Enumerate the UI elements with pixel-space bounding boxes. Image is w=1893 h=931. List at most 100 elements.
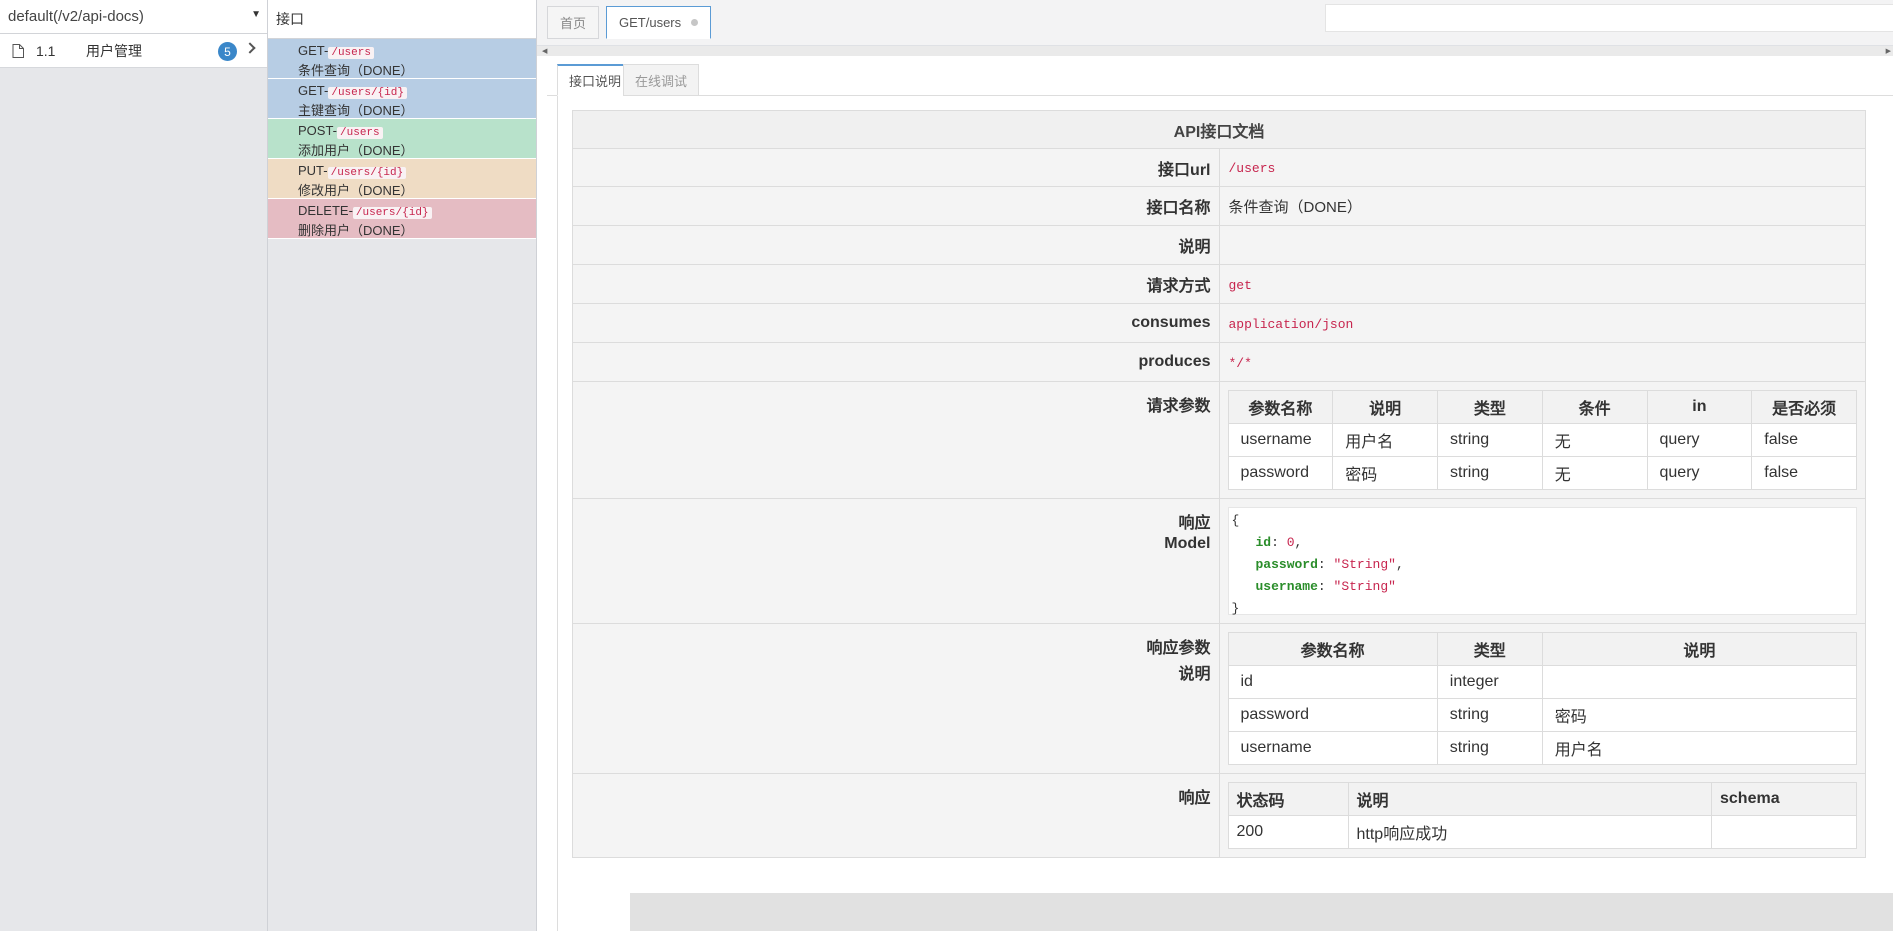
table-cell: string bbox=[1437, 456, 1543, 490]
endpoint-method: PUT- bbox=[298, 163, 328, 178]
tab-api-description[interactable]: 接口说明 bbox=[557, 64, 634, 96]
endpoint-item-put-user[interactable]: PUT-/users/{id} 修改用户（DONE） bbox=[268, 159, 536, 199]
api-docs-select[interactable]: default(/v2/api-docs) ▼ bbox=[0, 0, 267, 34]
top-search-box[interactable] bbox=[1325, 4, 1893, 32]
table-cell: query bbox=[1646, 456, 1753, 490]
top-tab-bar: 首页 GET/users bbox=[537, 0, 1893, 46]
table-header: 说明 bbox=[1347, 782, 1712, 816]
label-response-model-line1: 响应 bbox=[1178, 515, 1211, 532]
table-header: 类型 bbox=[1436, 632, 1543, 666]
table-row: 200 http响应成功 bbox=[1227, 815, 1857, 849]
scroll-right-icon[interactable]: ▶ bbox=[1886, 47, 1891, 55]
document-icon bbox=[12, 43, 24, 58]
left-panel: default(/v2/api-docs) ▼ 1.1 用户管理 5 bbox=[0, 0, 268, 931]
endpoint-list-header: 接口 bbox=[268, 0, 536, 39]
label-consumes: consumes bbox=[572, 303, 1220, 343]
table-header: 参数名称 bbox=[1227, 390, 1334, 424]
table-header: 状态码 bbox=[1227, 782, 1349, 816]
endpoint-path: /users/{id} bbox=[352, 207, 432, 219]
tab-online-debug-label: 在线调试 bbox=[635, 73, 688, 89]
chevron-right-icon[interactable] bbox=[244, 42, 256, 54]
endpoint-name: 删除用户（DONE） bbox=[298, 223, 414, 238]
tab-home-label: 首页 bbox=[560, 16, 587, 31]
endpoint-item-delete-user[interactable]: DELETE-/users/{id} 删除用户（DONE） bbox=[268, 199, 536, 239]
table-cell bbox=[1541, 665, 1858, 699]
scroll-left-icon[interactable]: ◀ bbox=[542, 47, 547, 55]
table-row: password 密码 string 无 query false bbox=[1227, 456, 1857, 490]
table-cell: http响应成功 bbox=[1347, 815, 1712, 849]
response-model-code: { id: 0, password: "String", username: "… bbox=[1227, 507, 1857, 616]
table-cell: 200 bbox=[1227, 815, 1349, 849]
api-docs-select-value: default(/v2/api-docs) bbox=[8, 8, 144, 25]
table-cell: 密码 bbox=[1332, 456, 1438, 490]
label-url: 接口url bbox=[572, 148, 1220, 187]
tab-get-users[interactable]: GET/users bbox=[606, 6, 712, 39]
endpoint-method: GET- bbox=[298, 83, 329, 98]
table-cell bbox=[1711, 815, 1857, 849]
table-cell: query bbox=[1646, 423, 1753, 457]
endpoint-name: 添加用户（DONE） bbox=[298, 143, 414, 158]
horizontal-scrollbar[interactable]: ◀ ▶ bbox=[537, 46, 1893, 56]
endpoint-item-get-user-by-id[interactable]: GET-/users/{id} 主键查询（DONE） bbox=[268, 79, 536, 119]
table-cell: id bbox=[1227, 665, 1438, 699]
api-description-value bbox=[1218, 225, 1866, 265]
table-cell: 密码 bbox=[1541, 698, 1858, 732]
api-name-value: 条件查询（DONE） bbox=[1218, 186, 1866, 226]
endpoint-method: DELETE- bbox=[298, 203, 353, 218]
endpoint-method: POST- bbox=[298, 123, 338, 138]
table-cell: 无 bbox=[1541, 423, 1648, 457]
model-close-brace: } bbox=[1231, 601, 1240, 616]
model-line: id: 0, bbox=[1255, 535, 1303, 550]
label-response-model: 响应 Model bbox=[572, 498, 1220, 624]
api-consumes-value: application/json bbox=[1228, 316, 1354, 332]
tab-online-debug[interactable]: 在线调试 bbox=[623, 64, 700, 96]
table-cell: username bbox=[1227, 423, 1334, 457]
tab-api-description-label: 接口说明 bbox=[569, 74, 622, 89]
api-method-value: get bbox=[1228, 277, 1252, 293]
label-response: 响应 bbox=[572, 773, 1220, 858]
label-response-params-line1: 响应参数 bbox=[1146, 640, 1211, 657]
api-produces-value: */* bbox=[1228, 355, 1252, 371]
label-response-model-line2: Model bbox=[1164, 535, 1211, 552]
dropdown-arrow-icon[interactable]: ▼ bbox=[251, 9, 261, 20]
table-cell: username bbox=[1227, 731, 1438, 765]
close-tab-icon[interactable] bbox=[691, 19, 699, 26]
endpoint-path: /users/{id} bbox=[327, 167, 407, 179]
endpoint-path: /users bbox=[328, 47, 374, 59]
tab-get-users-label: GET/users bbox=[619, 15, 682, 30]
endpoint-list-panel: 接口 GET-/users 条件查询（DONE） GET-/users/{id}… bbox=[268, 0, 537, 931]
main-panel: 首页 GET/users ◀ ▶ 接口说明 在线调试 API接口文档 接口url… bbox=[537, 0, 1893, 931]
table-cell: string bbox=[1436, 731, 1543, 765]
response-status-table: 状态码 说明 schema 200 http响应成功 bbox=[1227, 782, 1857, 849]
response-params-table: 参数名称 类型 说明 id integer password string 密码… bbox=[1227, 632, 1858, 765]
table-header: in bbox=[1646, 390, 1753, 424]
endpoint-name: 修改用户（DONE） bbox=[298, 183, 414, 198]
table-cell: 用户名 bbox=[1541, 731, 1858, 765]
api-doc-container: API接口文档 接口url /users 接口名称 条件查询（DONE） 说明 bbox=[557, 96, 1893, 931]
table-row: password string 密码 bbox=[1227, 698, 1858, 732]
sidebar-item-user-management[interactable]: 1.1 用户管理 5 bbox=[0, 34, 267, 68]
api-doc-title: API接口文档 bbox=[572, 110, 1866, 149]
label-description: 说明 bbox=[572, 225, 1220, 265]
request-params-table: 参数名称 说明 类型 条件 in 是否必须 username 用户名 strin… bbox=[1227, 390, 1857, 490]
table-row: id integer bbox=[1227, 665, 1858, 699]
endpoint-item-post-users[interactable]: POST-/users 添加用户（DONE） bbox=[268, 119, 536, 159]
endpoint-item-get-users[interactable]: GET-/users 条件查询（DONE） bbox=[268, 39, 536, 79]
endpoint-count-badge: 5 bbox=[218, 42, 237, 61]
table-header: 类型 bbox=[1437, 390, 1543, 424]
tab-home[interactable]: 首页 bbox=[547, 6, 600, 39]
table-cell: 用户名 bbox=[1332, 423, 1438, 457]
table-header: 说明 bbox=[1541, 632, 1858, 666]
model-open-brace: { bbox=[1231, 513, 1240, 528]
table-header: 是否必须 bbox=[1751, 390, 1857, 424]
table-header: 说明 bbox=[1332, 390, 1438, 424]
label-method: 请求方式 bbox=[572, 264, 1220, 304]
table-cell: false bbox=[1751, 456, 1857, 490]
endpoint-name: 条件查询（DONE） bbox=[298, 63, 414, 78]
endpoint-path: /users/{id} bbox=[328, 87, 407, 99]
model-line: password: "String", bbox=[1255, 557, 1404, 572]
table-header: 参数名称 bbox=[1227, 632, 1438, 666]
table-cell: string bbox=[1437, 423, 1543, 457]
table-cell: integer bbox=[1436, 665, 1543, 699]
api-doc-table: API接口文档 接口url /users 接口名称 条件查询（DONE） 说明 bbox=[572, 110, 1866, 858]
